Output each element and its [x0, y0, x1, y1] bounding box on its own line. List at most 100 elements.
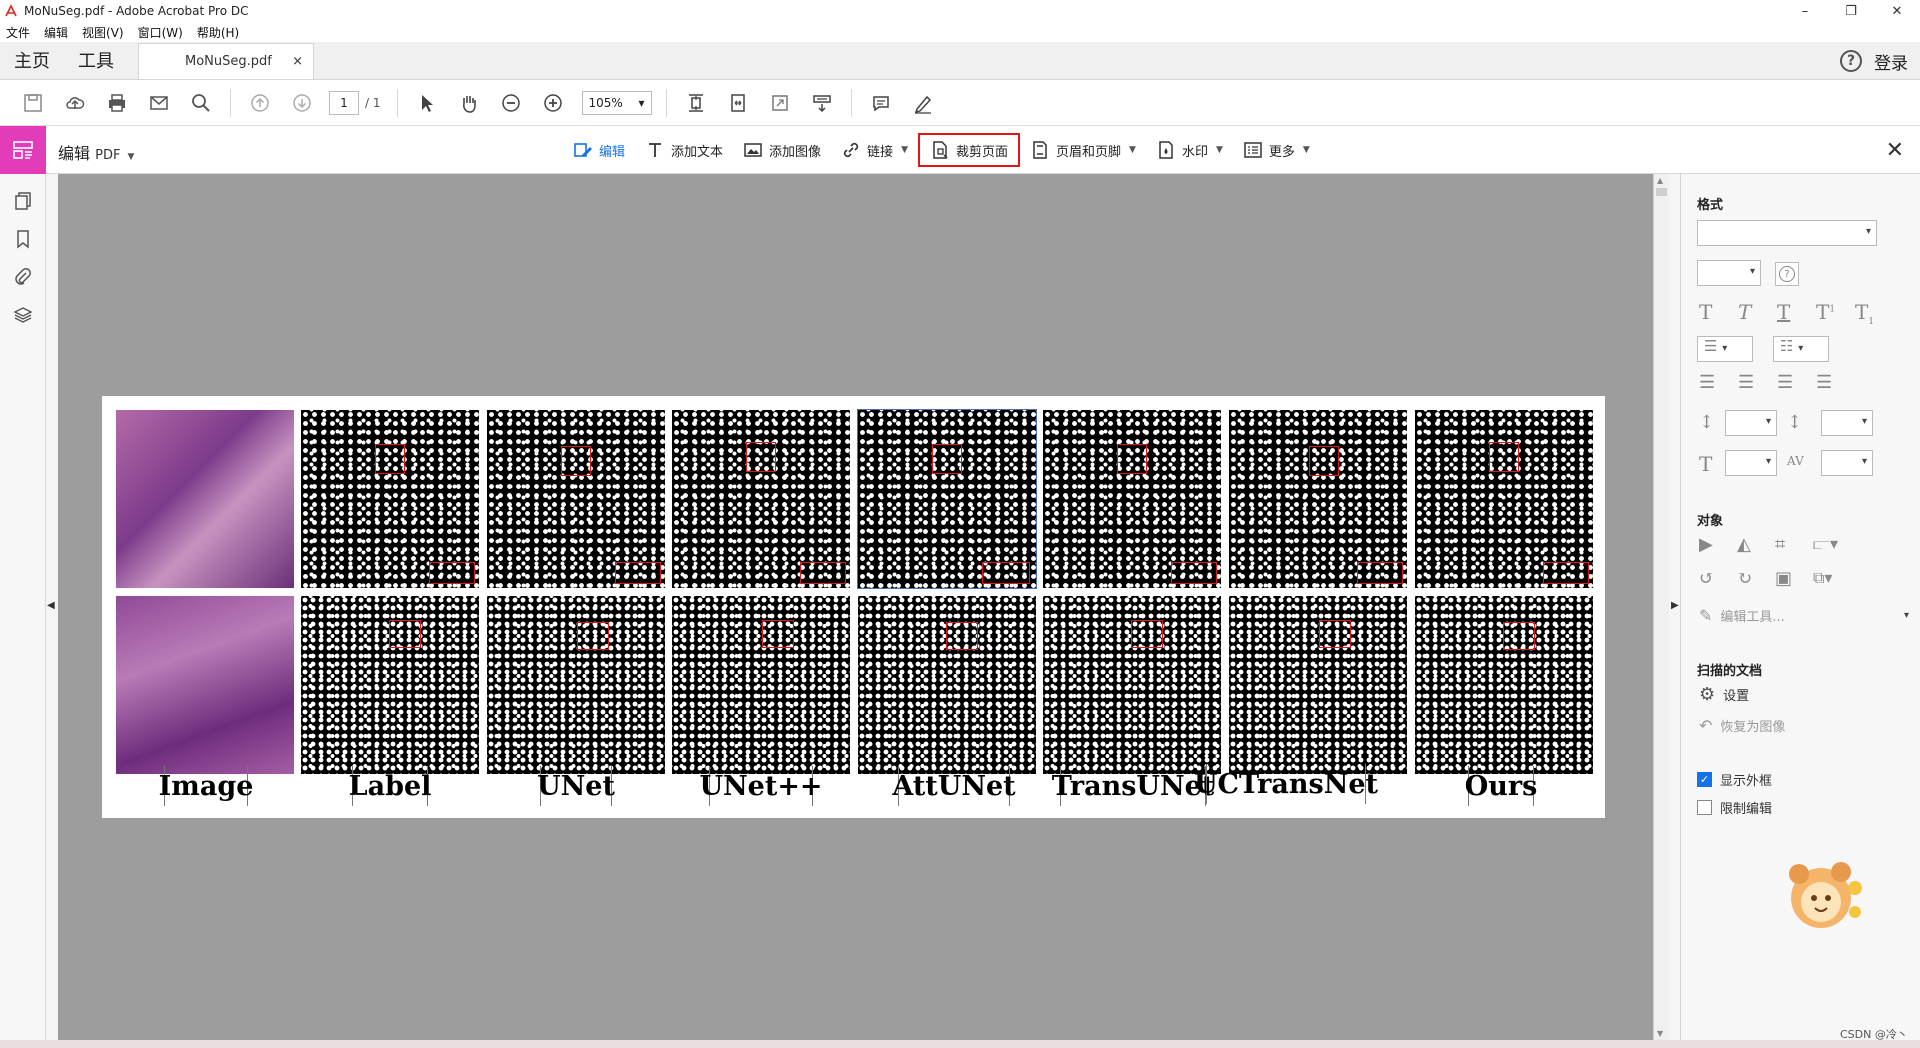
horizontal-scale-select[interactable] — [1725, 450, 1777, 476]
uctransnet-mask — [1229, 596, 1407, 774]
help-icon[interactable]: ? — [1840, 50, 1862, 72]
superscript-icon[interactable]: T1 — [1816, 300, 1835, 324]
align-objects-icon[interactable]: ⫍▾ — [1813, 534, 1838, 554]
collapse-left-panel-icon[interactable]: ◀ — [47, 600, 55, 611]
bulleted-list-select[interactable]: ☰ ▾ — [1697, 336, 1753, 362]
full-screen-icon[interactable] — [759, 85, 801, 121]
zoom-region-box — [1503, 622, 1535, 650]
flip-vertical-icon[interactable]: ▶ — [1699, 534, 1713, 555]
maximize-button[interactable]: ❐ — [1828, 0, 1874, 22]
crop-pages-label: 裁剪页面 — [955, 144, 1008, 160]
subscript-icon[interactable]: T1 — [1855, 300, 1874, 327]
scroll-thumb[interactable] — [1656, 188, 1667, 196]
link-button[interactable]: 链接 ▼ — [831, 133, 918, 167]
bookmark-icon[interactable] — [0, 220, 46, 258]
font-family-select[interactable] — [1697, 220, 1877, 246]
attachment-icon[interactable] — [0, 258, 46, 296]
restore-image-button[interactable]: ↶ 恢复为图像 — [1699, 716, 1785, 735]
character-spacing-icon[interactable]: AV — [1787, 454, 1804, 468]
comment-icon[interactable] — [860, 85, 902, 121]
edit-pdf-mode-dropdown[interactable]: 编辑 PDF ▼ — [58, 140, 134, 164]
settings-button[interactable]: ⚙ 设置 — [1699, 684, 1749, 705]
rotate-right-icon[interactable]: ↻ — [1737, 568, 1752, 589]
save-icon[interactable] — [12, 85, 54, 121]
menu-edit[interactable]: 编辑 — [44, 24, 68, 41]
image-icon — [744, 143, 762, 157]
scroll-mode-icon[interactable] — [801, 85, 843, 121]
underline-text-icon[interactable]: T — [1777, 300, 1790, 324]
watermark-button[interactable]: 水印 ▼ — [1146, 133, 1233, 167]
menu-window[interactable]: 窗口(W) — [138, 24, 183, 41]
previous-page-icon[interactable] — [239, 85, 281, 121]
line-spacing-icon[interactable]: ↕ — [1699, 412, 1714, 433]
italic-text-icon[interactable]: T — [1738, 300, 1751, 324]
zoom-level-select[interactable]: 105% ▾ — [581, 90, 652, 115]
vertical-scrollbar[interactable]: ▲ ▼ — [1653, 174, 1669, 1040]
collapse-right-panel-icon[interactable]: ▶ — [1671, 600, 1679, 611]
close-tab-button[interactable]: × — [292, 54, 303, 69]
close-edit-toolbar-button[interactable]: ✕ — [1886, 138, 1904, 163]
fit-width-icon[interactable] — [717, 85, 759, 121]
crop-pages-button[interactable]: 裁剪页面 — [917, 133, 1020, 167]
numbered-list-select[interactable]: ☷ ▾ — [1773, 336, 1829, 362]
show-bounding-box-checkbox[interactable]: ✓ 显示外框 — [1697, 770, 1772, 789]
page-number-input[interactable]: 1 — [329, 90, 359, 115]
tab-tools[interactable]: 工具 — [64, 41, 128, 79]
menu-file[interactable]: 文件 — [6, 24, 30, 41]
align-right-icon[interactable]: ☰ — [1777, 372, 1793, 393]
upload-cloud-icon[interactable] — [54, 85, 96, 121]
fit-page-icon[interactable] — [675, 85, 717, 121]
next-page-icon[interactable] — [281, 85, 323, 121]
character-spacing-select[interactable] — [1821, 450, 1873, 476]
watermark-icon — [1159, 141, 1173, 159]
align-left-icon[interactable]: ☰ — [1699, 372, 1715, 393]
scroll-down-arrow[interactable]: ▼ — [1657, 1029, 1663, 1038]
line-spacing-select[interactable] — [1725, 410, 1777, 436]
menu-view[interactable]: 视图(V) — [82, 24, 124, 41]
horizontal-scale-icon[interactable]: T — [1699, 452, 1712, 476]
layers-icon[interactable] — [0, 296, 46, 334]
hand-tool-icon[interactable] — [448, 85, 490, 121]
add-image-button[interactable]: 添加图像 — [733, 133, 831, 167]
help-icon[interactable]: ? — [1775, 262, 1799, 286]
crop-object-icon[interactable]: ⌗ — [1775, 534, 1785, 555]
login-button[interactable]: 登录 — [1874, 49, 1908, 74]
more-button[interactable]: 更多 ▼ — [1233, 133, 1320, 167]
zoom-in-icon[interactable] — [532, 85, 574, 121]
edit-with-tool-button[interactable]: ✎ 编辑工具... ▾ — [1699, 606, 1909, 625]
arrange-objects-icon[interactable]: ⧉▾ — [1813, 568, 1832, 588]
edit-pdf-mode-icon[interactable] — [0, 126, 46, 174]
flip-horizontal-icon[interactable]: ◭ — [1737, 534, 1751, 555]
paragraph-spacing-select[interactable] — [1821, 410, 1873, 436]
pdf-page[interactable]: Image Label UNet UNet++ AttUNet TransUNe… — [102, 396, 1605, 818]
header-footer-button[interactable]: 页眉和页脚 ▼ — [1020, 133, 1146, 167]
zoom-out-icon[interactable] — [490, 85, 532, 121]
toolbar-divider — [850, 88, 852, 117]
label-mask — [301, 410, 479, 588]
add-text-button[interactable]: 添加文本 — [635, 133, 733, 167]
zoom-region-box — [932, 444, 962, 474]
tab-document[interactable]: MoNuSeg.pdf × — [138, 43, 314, 79]
tab-home[interactable]: 主页 — [0, 41, 64, 79]
zoom-region-box — [800, 562, 846, 584]
bold-text-icon[interactable]: T — [1699, 300, 1712, 324]
paragraph-spacing-icon[interactable]: ↕ — [1787, 412, 1802, 433]
sign-pen-icon[interactable] — [902, 85, 944, 121]
zoom-region-box — [946, 622, 978, 650]
edit-button[interactable]: 编辑 — [563, 133, 635, 167]
replace-image-icon[interactable]: ▣ — [1775, 568, 1792, 589]
select-cursor-icon[interactable] — [406, 85, 448, 121]
page-thumbnails-icon[interactable] — [0, 182, 46, 220]
font-size-select[interactable] — [1697, 260, 1761, 286]
print-icon[interactable] — [96, 85, 138, 121]
rotate-left-icon[interactable]: ↺ — [1699, 568, 1714, 589]
menu-help[interactable]: 帮助(H) — [197, 24, 239, 41]
align-center-icon[interactable]: ☰ — [1738, 372, 1754, 393]
minimize-button[interactable]: – — [1782, 0, 1828, 22]
restrict-editing-checkbox[interactable]: 限制编辑 — [1697, 798, 1772, 817]
close-window-button[interactable]: ✕ — [1874, 0, 1920, 22]
email-icon[interactable] — [138, 85, 180, 121]
scroll-up-arrow[interactable]: ▲ — [1657, 176, 1663, 185]
justify-icon[interactable]: ☰ — [1816, 372, 1832, 393]
search-icon[interactable] — [180, 85, 222, 121]
